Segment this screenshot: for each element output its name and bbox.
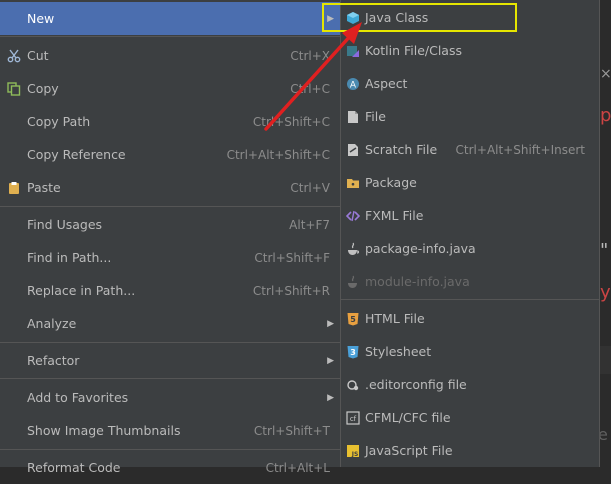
menu-item-label: Add to Favorites <box>27 390 129 405</box>
menu-item-label: Refactor <box>27 353 80 368</box>
javascript-icon: JS <box>341 444 365 458</box>
menu-item-shortcut: Ctrl+X <box>290 48 330 63</box>
menu-item-shortcut: Ctrl+Shift+F <box>254 250 330 265</box>
svg-text:cf: cf <box>350 415 357 423</box>
menu-item-shortcut: Ctrl+Shift+C <box>252 114 330 129</box>
submenu-item-scratch-file[interactable]: Scratch File Ctrl+Alt+Shift+Insert <box>341 133 599 166</box>
copy-icon <box>0 81 27 96</box>
menu-separator <box>0 36 340 37</box>
package-icon <box>341 176 365 190</box>
html-icon: 5 <box>341 312 365 326</box>
submenu-item-shortcut: Ctrl+Alt+Shift+Insert <box>455 142 585 157</box>
submenu-item-editorconfig[interactable]: .editorconfig file <box>341 368 599 401</box>
submenu-item-package[interactable]: Package <box>341 166 599 199</box>
menu-item-add-to-favorites[interactable]: Add to Favorites ▶ <box>0 381 340 414</box>
submenu-item-label: FXML File <box>365 208 424 223</box>
menu-item-copy[interactable]: Copy Ctrl+C <box>0 72 340 105</box>
submenu-item-module-info: module-info.java <box>341 265 599 298</box>
java-file-icon <box>341 275 365 289</box>
editor-fragment: × <box>600 66 611 82</box>
menu-item-shortcut: Ctrl+V <box>290 180 330 195</box>
menu-item-copy-reference[interactable]: Copy Reference Ctrl+Alt+Shift+C <box>0 138 340 171</box>
submenu-item-aspect[interactable]: A Aspect <box>341 67 599 100</box>
submenu-item-javascript[interactable]: JS JavaScript File <box>341 434 599 467</box>
new-submenu: Java Class Kotlin File/Class A Aspect Fi… <box>340 0 600 467</box>
submenu-item-label: File <box>365 109 386 124</box>
menu-item-new[interactable]: New ▶ <box>0 2 340 35</box>
submenu-item-label: JavaScript File <box>365 443 453 458</box>
menu-item-shortcut: Ctrl+C <box>290 81 330 96</box>
submenu-item-fxml[interactable]: FXML File <box>341 199 599 232</box>
menu-item-reformat-code[interactable]: Reformat Code Ctrl+Alt+L <box>0 451 340 484</box>
submenu-item-label: Aspect <box>365 76 408 91</box>
java-file-icon <box>341 242 365 256</box>
file-icon <box>341 110 365 124</box>
submenu-item-label: .editorconfig file <box>365 377 467 392</box>
menu-item-shortcut: Alt+F7 <box>289 217 330 232</box>
highlight-box-annotation <box>322 3 517 32</box>
cfml-icon: cf <box>341 410 365 425</box>
fxml-icon <box>341 209 365 223</box>
menu-item-shortcut: Ctrl+Alt+L <box>265 460 330 475</box>
menu-item-shortcut: Ctrl+Alt+Shift+C <box>226 147 330 162</box>
css-icon: 3 <box>341 345 365 359</box>
submenu-arrow-icon: ▶ <box>327 355 334 366</box>
submenu-item-kotlin[interactable]: Kotlin File/Class <box>341 34 599 67</box>
menu-separator <box>0 206 340 207</box>
submenu-item-cfml[interactable]: cf CFML/CFC file <box>341 401 599 434</box>
menu-separator <box>341 299 599 300</box>
menu-separator <box>0 378 340 379</box>
svg-text:A: A <box>350 80 357 90</box>
aspect-icon: A <box>341 77 365 91</box>
submenu-item-file[interactable]: File <box>341 100 599 133</box>
menu-item-cut[interactable]: Cut Ctrl+X <box>0 39 340 72</box>
submenu-item-label: Scratch File <box>365 142 438 157</box>
menu-item-shortcut: Ctrl+Shift+R <box>252 283 330 298</box>
kotlin-icon <box>341 44 365 58</box>
svg-text:JS: JS <box>351 451 359 458</box>
context-menu: New ▶ Cut Ctrl+X Copy Ctrl+C Copy Path C… <box>0 0 341 475</box>
svg-text:3: 3 <box>350 348 356 357</box>
submenu-item-label: Kotlin File/Class <box>365 43 462 58</box>
menu-item-replace-in-path[interactable]: Replace in Path... Ctrl+Shift+R <box>0 274 340 307</box>
menu-item-paste[interactable]: Paste Ctrl+V <box>0 171 340 204</box>
menu-item-shortcut: Ctrl+Shift+T <box>253 423 330 438</box>
menu-item-label: Analyze <box>27 316 77 331</box>
scratch-file-icon <box>341 143 365 157</box>
menu-item-refactor[interactable]: Refactor ▶ <box>0 344 340 377</box>
submenu-item-label: HTML File <box>365 311 425 326</box>
editor-fragment: y <box>600 282 611 303</box>
menu-item-copy-path[interactable]: Copy Path Ctrl+Shift+C <box>0 105 340 138</box>
menu-separator <box>0 342 340 343</box>
editor-fragment: " <box>600 240 609 261</box>
submenu-item-label: package-info.java <box>365 241 476 256</box>
menu-item-find-in-path[interactable]: Find in Path... Ctrl+Shift+F <box>0 241 340 274</box>
menu-item-find-usages[interactable]: Find Usages Alt+F7 <box>0 208 340 241</box>
submenu-arrow-icon: ▶ <box>327 318 334 329</box>
submenu-item-label: CFML/CFC file <box>365 410 451 425</box>
submenu-arrow-icon: ▶ <box>327 392 334 403</box>
clipboard-icon <box>0 181 27 195</box>
menu-separator <box>0 449 340 450</box>
menu-item-label: New <box>27 11 55 26</box>
submenu-item-html[interactable]: 5 HTML File <box>341 302 599 335</box>
submenu-item-stylesheet[interactable]: 3 Stylesheet <box>341 335 599 368</box>
editor-fragment: p <box>600 105 611 126</box>
menu-item-show-image-thumbnails[interactable]: Show Image Thumbnails Ctrl+Shift+T <box>0 414 340 447</box>
menu-item-analyze[interactable]: Analyze ▶ <box>0 307 340 340</box>
submenu-item-package-info[interactable]: package-info.java <box>341 232 599 265</box>
scissors-icon <box>0 49 27 63</box>
submenu-item-label: Stylesheet <box>365 344 432 359</box>
svg-text:5: 5 <box>350 315 356 324</box>
submenu-item-label: Package <box>365 175 417 190</box>
editorconfig-icon <box>341 378 365 392</box>
submenu-item-label: module-info.java <box>365 274 470 289</box>
